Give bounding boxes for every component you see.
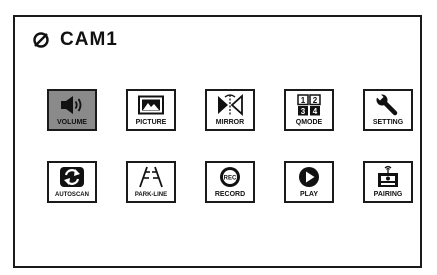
menu-item-record[interactable]: REC RECORD <box>205 161 255 203</box>
menu-item-mirror[interactable]: MIRROR <box>205 89 255 131</box>
play-icon <box>286 166 332 188</box>
menu-item-label: AUTOSCAN <box>55 192 89 198</box>
menu-item-pairing[interactable]: PAIRING <box>363 161 413 203</box>
pairing-icon <box>365 165 411 188</box>
quad-grid-icon: 1 2 3 4 <box>286 94 332 116</box>
menu-item-label: SETTING <box>372 119 404 126</box>
menu-item-label: PICTURE <box>135 119 167 126</box>
menu-item-label: RECORD <box>214 191 246 198</box>
autoscan-icon <box>49 166 95 188</box>
wrench-icon <box>365 94 411 116</box>
menu-item-label: PARK-LINE <box>134 192 168 198</box>
qmode-digit: 3 <box>301 107 306 116</box>
qmode-digit: 1 <box>301 96 306 105</box>
no-camera-icon <box>32 31 50 49</box>
menu-item-label: PLAY <box>299 191 319 198</box>
menu-screen: CAM1 VOLUME PICTURE MIRROR 1 2 3 4 QMODE… <box>13 15 422 268</box>
menu-item-label: MIRROR <box>215 119 245 126</box>
menu-header: CAM1 <box>32 29 118 51</box>
menu-item-label: QMODE <box>295 119 323 126</box>
park-line-icon <box>128 166 174 188</box>
qmode-digit: 2 <box>313 96 318 105</box>
menu-item-label: VOLUME <box>57 119 87 126</box>
speaker-icon <box>49 94 95 116</box>
camera-title: CAM1 <box>60 29 118 50</box>
picture-icon <box>128 94 174 116</box>
menu-item-setting[interactable]: SETTING <box>363 89 413 131</box>
menu-item-volume[interactable]: VOLUME <box>47 89 97 131</box>
record-badge-text: REC <box>224 176 237 182</box>
menu-item-play[interactable]: PLAY <box>284 161 334 203</box>
menu-item-label: PAIRING <box>373 191 403 198</box>
record-icon: REC <box>207 166 253 188</box>
qmode-digit: 4 <box>313 107 318 116</box>
mirror-icon <box>207 94 253 116</box>
menu-item-autoscan[interactable]: AUTOSCAN <box>47 161 97 203</box>
menu-item-park-line[interactable]: PARK-LINE <box>126 161 176 203</box>
menu-item-qmode[interactable]: 1 2 3 4 QMODE <box>284 89 334 131</box>
menu-item-picture[interactable]: PICTURE <box>126 89 176 131</box>
